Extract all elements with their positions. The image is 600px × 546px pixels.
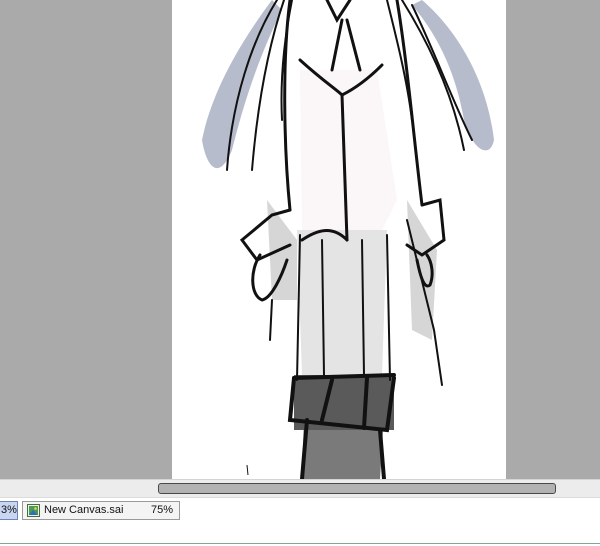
- document-tab-new-canvas[interactable]: New Canvas.sai 75%: [22, 501, 180, 520]
- sketch-artwork: [202, 0, 494, 479]
- tab-zoom-label: 3%: [1, 504, 17, 516]
- horizontal-scrollbar[interactable]: [0, 479, 600, 498]
- taskbar-divider: [0, 543, 600, 544]
- image-file-icon: [27, 504, 40, 517]
- document-tab-bar: 3% New Canvas.sai 75%: [0, 497, 600, 546]
- document-tab-previous[interactable]: 3%: [0, 501, 18, 520]
- workspace-area[interactable]: [0, 0, 600, 479]
- scrollbar-thumb[interactable]: [158, 483, 556, 494]
- tab-zoom-label: 75%: [150, 504, 173, 516]
- drawing-canvas[interactable]: [172, 0, 506, 479]
- tab-file-name: New Canvas.sai: [44, 504, 124, 516]
